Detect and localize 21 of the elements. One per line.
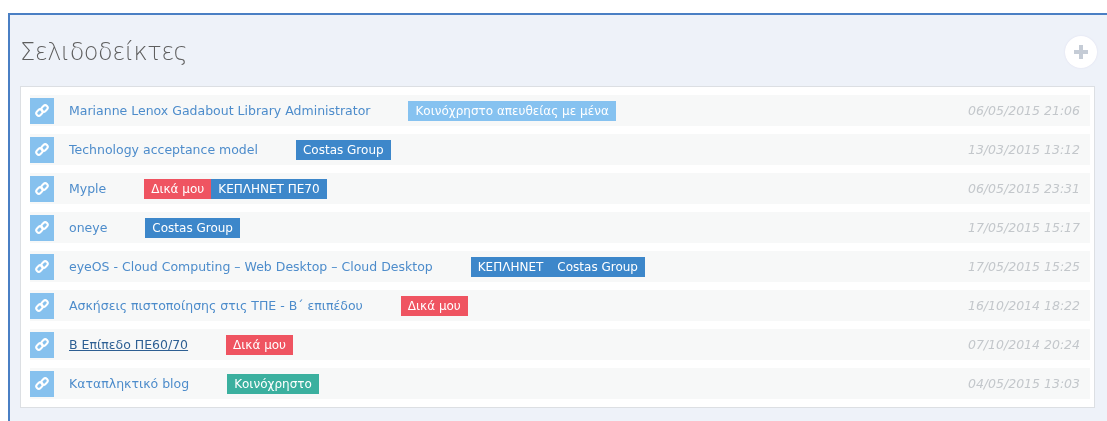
- tag-label: ΚΕΠΛΗΝΕΤ ΠΕ70: [211, 178, 327, 199]
- tag-label: Δικά μου: [400, 295, 468, 316]
- bookmark-link[interactable]: Ασκήσεις πιστοποίησης στις ΤΠΕ - Β΄ επιπέδου: [69, 298, 363, 313]
- tag-label: Costas Group: [295, 139, 391, 160]
- bookmark-link[interactable]: oneye: [69, 220, 108, 235]
- panel-title: Σελιδοδείκτες: [20, 38, 188, 66]
- tag-label: Κοινόχρηστο απευθείας με μένα: [408, 100, 616, 121]
- bookmark-link[interactable]: Myple: [69, 181, 107, 196]
- tag-label: Κοινόχρηστο: [227, 373, 319, 394]
- tag-label: Δικά μου: [226, 334, 294, 355]
- tag-label: ΚΕΠΛΗΝΕΤ: [470, 256, 551, 277]
- tag-label: Δικά μου: [144, 178, 212, 199]
- tag-label: Costas Group: [550, 256, 645, 277]
- bookmark-link[interactable]: Καταπληκτικό blog: [69, 376, 190, 391]
- plus-icon: [1074, 45, 1088, 59]
- bookmark-link[interactable]: Marianne Lenox Gadabout Library Administrator: [69, 103, 371, 118]
- bookmark-link[interactable]: Technology acceptance model: [69, 142, 258, 157]
- bookmark-link[interactable]: eyeOS - Cloud Computing – Web Desktop – Cloud Desktop: [69, 259, 433, 274]
- tag-label: Costas Group: [145, 217, 240, 238]
- add-button[interactable]: [1065, 36, 1097, 68]
- bookmark-link[interactable]: Β Επίπεδο ΠΕ60/70: [69, 337, 189, 352]
